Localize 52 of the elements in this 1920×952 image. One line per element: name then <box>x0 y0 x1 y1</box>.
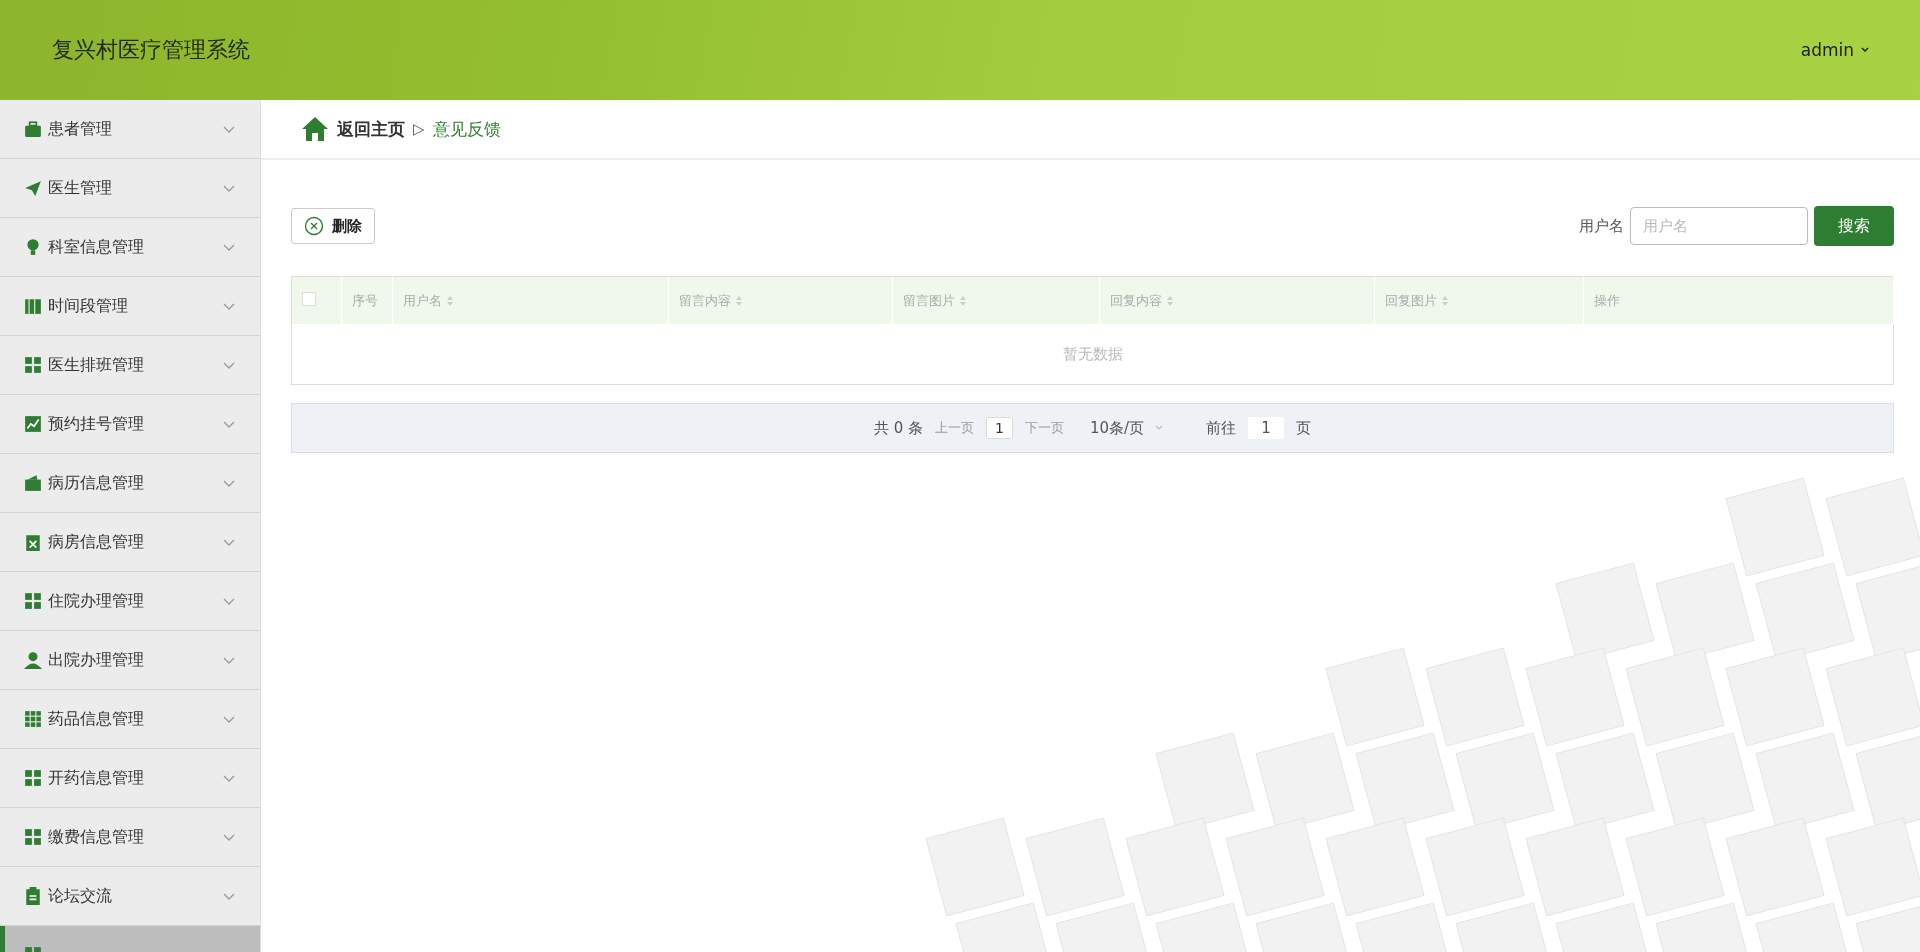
sidebar-item[interactable]: 患者管理 <box>0 100 260 159</box>
sidebar-item[interactable]: 预约挂号管理 <box>0 395 260 454</box>
breadcrumb-separator: ▷ <box>413 120 425 138</box>
total-count: 共 0 条 <box>873 418 923 438</box>
delete-button[interactable]: 删除 <box>291 208 375 244</box>
grid-icon <box>24 710 42 728</box>
sidebar-item[interactable]: 时间段管理 <box>0 277 260 336</box>
sort-icon <box>1166 295 1175 307</box>
sort-icon <box>734 295 743 307</box>
sidebar-item[interactable]: 药品信息管理 <box>0 690 260 749</box>
app-title: 复兴村医疗管理系统 <box>52 36 250 64</box>
goto-page-field[interactable]: 1 <box>1248 417 1285 439</box>
book-icon <box>24 297 42 315</box>
home-icon <box>301 116 329 142</box>
grid-icon <box>24 828 42 846</box>
clipboard-icon <box>24 533 42 551</box>
breadcrumb-current: 意见反馈 <box>432 117 501 141</box>
sort-icon <box>445 295 454 307</box>
page-suffix: 页 <box>1296 418 1312 438</box>
empty-message: 暂无数据 <box>1062 344 1123 363</box>
lightbulb-icon <box>24 238 42 256</box>
goto-label: 前往 <box>1206 418 1237 438</box>
sidebar-item[interactable]: 科室信息管理 <box>0 218 260 277</box>
chart-icon <box>24 415 42 433</box>
user-menu[interactable]: admin <box>1800 40 1870 60</box>
person-icon <box>24 651 42 669</box>
sidebar-item[interactable]: 医生管理 <box>0 159 260 218</box>
sort-icon <box>959 295 968 307</box>
sidebar-item[interactable]: 缴费信息管理 <box>0 808 260 867</box>
sidebar-item[interactable]: 医生排班管理 <box>0 336 260 395</box>
page-number[interactable]: 1 <box>986 417 1013 439</box>
sort-icon <box>1441 295 1450 307</box>
search-button[interactable]: 搜索 <box>1814 206 1894 246</box>
clipboard-icon <box>24 887 42 905</box>
search-label: 用户名 <box>1579 216 1624 236</box>
grid-icon <box>24 592 42 610</box>
sidebar-item[interactable]: 病历信息管理 <box>0 454 260 513</box>
grid-icon <box>24 769 42 787</box>
briefcase-icon <box>24 120 42 138</box>
sidebar-item[interactable]: 出院办理管理 <box>0 631 260 690</box>
sidebar-item[interactable]: 病房信息管理 <box>0 513 260 572</box>
caret-icon <box>1860 45 1870 55</box>
sidebar-item[interactable]: 住院办理管理 <box>0 572 260 631</box>
paper-plane-icon <box>24 179 42 197</box>
page-size-select[interactable]: 10条/页 <box>1089 418 1165 438</box>
select-all-checkbox[interactable] <box>302 292 316 306</box>
wallet-icon <box>24 474 42 492</box>
grid-icon <box>24 356 42 374</box>
home-link[interactable]: 返回主页 <box>301 116 405 142</box>
search-field[interactable]: 用户名 <box>1630 207 1808 245</box>
close-icon <box>304 216 324 236</box>
sidebar-item[interactable]: 开药信息管理 <box>0 749 260 808</box>
